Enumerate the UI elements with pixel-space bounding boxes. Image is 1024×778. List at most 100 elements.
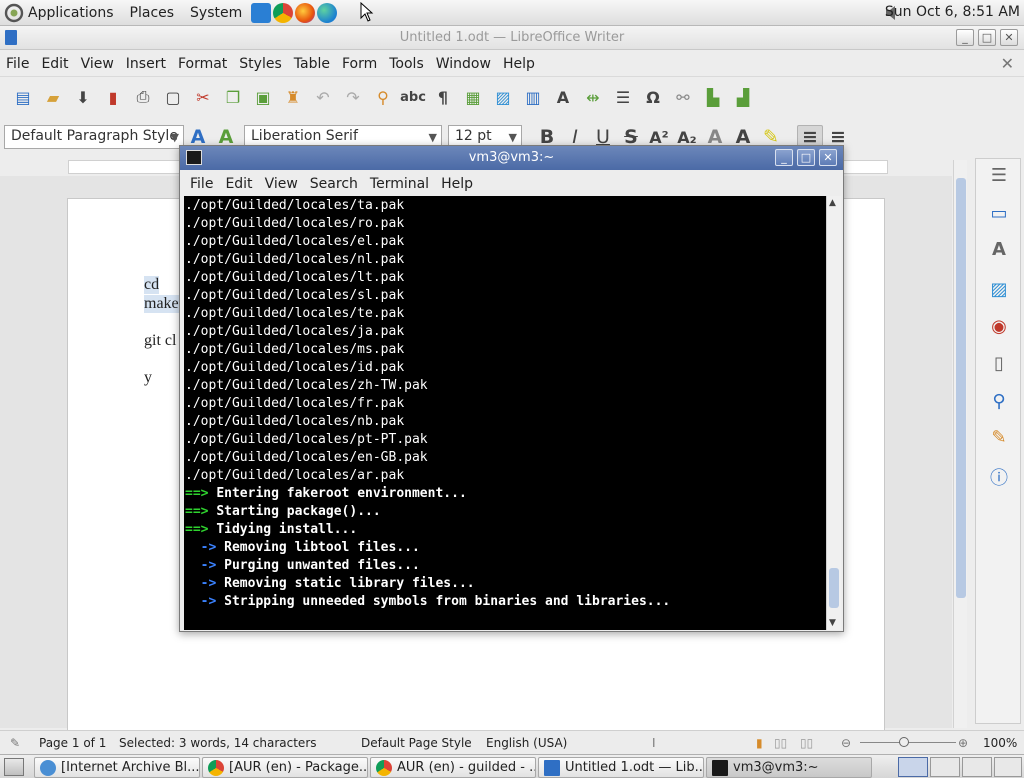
scroll-up-icon[interactable]: ▲: [829, 198, 836, 208]
redo-icon[interactable]: ↷: [342, 86, 364, 108]
new-document-icon[interactable]: ▤: [12, 86, 34, 108]
design-icon[interactable]: ⓘ: [987, 465, 1011, 489]
insert-table-icon[interactable]: ▦: [462, 86, 484, 108]
writer-menu-form[interactable]: Form: [336, 56, 383, 72]
task-aur-package[interactable]: [AUR (en) - Package...: [202, 757, 368, 778]
writer-minimize-button[interactable]: _: [956, 29, 974, 46]
writer-menu-table[interactable]: Table: [288, 56, 336, 72]
paste-icon[interactable]: ▣: [252, 86, 274, 108]
terminal-menu-file[interactable]: File: [184, 176, 219, 192]
multi-page-view-icon[interactable]: ▯▯: [774, 736, 787, 750]
manage-changes-icon[interactable]: ✎: [987, 425, 1011, 449]
insert-chart-icon[interactable]: ▥: [522, 86, 544, 108]
writer-menu-edit[interactable]: Edit: [35, 56, 74, 72]
vscode-icon[interactable]: [251, 2, 272, 23]
print-icon[interactable]: ⎙: [132, 86, 154, 108]
insert-field-icon[interactable]: ☰: [612, 86, 634, 108]
system-menu[interactable]: System: [182, 0, 250, 26]
paragraph-style-combo[interactable]: Default Paragraph Style ▼: [4, 125, 184, 149]
print-preview-icon[interactable]: ▢: [162, 86, 184, 108]
insert-page-break-icon[interactable]: ⇹: [582, 86, 604, 108]
clone-formatting-icon[interactable]: ♜: [282, 86, 304, 108]
workspace-2[interactable]: [930, 757, 960, 777]
task-writer[interactable]: Untitled 1.odt — Lib...: [538, 757, 704, 778]
applications-menu[interactable]: Applications: [0, 0, 122, 26]
writer-menu-view[interactable]: View: [75, 56, 120, 72]
workspace-3[interactable]: [962, 757, 992, 777]
doc-line-4[interactable]: y: [144, 369, 152, 387]
copy-icon[interactable]: ❐: [222, 86, 244, 108]
text-language[interactable]: English (USA): [486, 736, 567, 750]
close-document-icon[interactable]: ✕: [1001, 54, 1014, 73]
terminal-title-bar[interactable]: vm3@vm3:~ _ □ ✕: [180, 146, 843, 170]
writer-menu-format[interactable]: Format: [172, 56, 233, 72]
task-aur-guilded[interactable]: AUR (en) - guilded - ...: [370, 757, 536, 778]
task-internet-archive[interactable]: [Internet Archive Bl...: [34, 757, 200, 778]
document-scroll-thumb[interactable]: [956, 178, 966, 598]
workspace-4[interactable]: [994, 757, 1022, 777]
writer-menu-file[interactable]: File: [0, 56, 35, 72]
cut-icon[interactable]: ✂: [192, 86, 214, 108]
places-menu[interactable]: Places: [122, 0, 183, 26]
page-style[interactable]: Default Page Style: [361, 736, 472, 750]
zoom-in-icon[interactable]: ⊕: [958, 736, 968, 750]
terminal-window[interactable]: vm3@vm3:~ _ □ ✕ File Edit View Search Te…: [179, 145, 844, 632]
undo-icon[interactable]: ↶: [312, 86, 334, 108]
export-pdf-icon[interactable]: ▮: [102, 86, 124, 108]
special-character-icon[interactable]: Ω: [642, 86, 664, 108]
navigator-icon[interactable]: ◉: [987, 314, 1011, 338]
doc-line-3[interactable]: git cl: [144, 332, 176, 350]
firefox-icon[interactable]: [295, 2, 316, 23]
insert-mode-icon[interactable]: Ⅰ: [652, 736, 656, 750]
show-desktop-icon[interactable]: [4, 758, 24, 776]
writer-maximize-button[interactable]: □: [978, 29, 996, 46]
writer-menu-window[interactable]: Window: [430, 56, 497, 72]
task-terminal[interactable]: vm3@vm3:~: [706, 757, 872, 778]
workspace-1[interactable]: [898, 757, 928, 777]
page-icon[interactable]: ▯: [987, 351, 1011, 375]
single-page-view-icon[interactable]: ▮: [756, 736, 763, 750]
chrome-icon[interactable]: [273, 2, 294, 23]
terminal-minimize-button[interactable]: _: [775, 149, 793, 166]
terminal-menu-help[interactable]: Help: [435, 176, 479, 192]
edge-dev-icon[interactable]: [317, 2, 338, 23]
terminal-menu-search[interactable]: Search: [304, 176, 364, 192]
open-folder-icon[interactable]: ▰: [42, 86, 64, 108]
sidebar-menu-icon[interactable]: ☰: [987, 163, 1011, 187]
zoom-slider-handle[interactable]: [899, 737, 909, 747]
save-icon[interactable]: ⬇: [72, 86, 94, 108]
writer-menu-styles[interactable]: Styles: [233, 56, 287, 72]
terminal-menu-terminal[interactable]: Terminal: [364, 176, 435, 192]
writer-menu-insert[interactable]: Insert: [120, 56, 172, 72]
terminal-close-button[interactable]: ✕: [819, 149, 837, 166]
clock[interactable]: Sun Oct 6, 8:51 AM: [885, 4, 1020, 20]
insert-text-box-icon[interactable]: A: [552, 86, 574, 108]
styles-icon[interactable]: A: [987, 237, 1011, 261]
document-scrollbar[interactable]: [953, 160, 967, 728]
zoom-level[interactable]: 100%: [983, 736, 1017, 750]
terminal-scroll-thumb[interactable]: [829, 568, 839, 608]
scroll-down-icon[interactable]: ▼: [829, 618, 836, 628]
writer-close-button[interactable]: ✕: [1000, 29, 1018, 46]
book-view-icon[interactable]: ▯▯: [800, 736, 813, 750]
hyperlink-icon[interactable]: ⚯: [672, 86, 694, 108]
gallery-icon[interactable]: ▨: [987, 277, 1011, 301]
word-count[interactable]: Selected: 3 words, 14 characters: [119, 736, 317, 750]
zoom-out-icon[interactable]: ⊖: [841, 736, 851, 750]
page-count[interactable]: Page 1 of 1: [39, 736, 106, 750]
find-replace-icon[interactable]: ⚲: [372, 86, 394, 108]
terminal-menu-edit[interactable]: Edit: [219, 176, 258, 192]
doc-line-1[interactable]: cd: [144, 276, 160, 294]
insert-image-icon[interactable]: ▨: [492, 86, 514, 108]
terminal-maximize-button[interactable]: □: [797, 149, 815, 166]
properties-icon[interactable]: ▭: [987, 201, 1011, 225]
header-footer-icon[interactable]: ▟: [732, 86, 754, 108]
terminal-screen[interactable]: ./opt/Guilded/locales/ta.pak ./opt/Guild…: [184, 196, 826, 630]
terminal-scrollbar[interactable]: ▲ ▼: [826, 196, 841, 630]
style-inspector-icon[interactable]: ⚲: [987, 389, 1011, 413]
spelling-icon[interactable]: abc: [400, 86, 426, 108]
doc-line-2[interactable]: make: [144, 295, 179, 313]
writer-menu-help[interactable]: Help: [497, 56, 541, 72]
writer-menu-tools[interactable]: Tools: [383, 56, 430, 72]
footnote-icon[interactable]: ▙: [702, 86, 724, 108]
